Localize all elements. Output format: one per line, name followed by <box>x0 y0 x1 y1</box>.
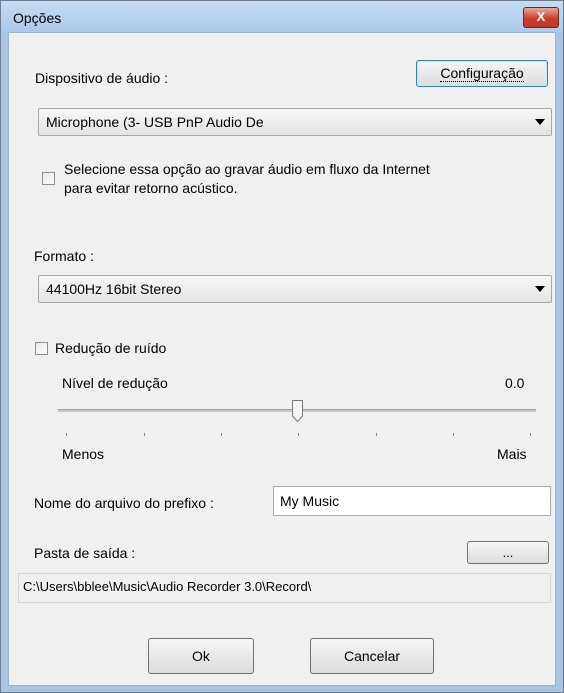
output-path-field: C:\Users\bblee\Music\Audio Recorder 3.0\… <box>18 573 551 603</box>
audio-device-value: Microphone (3- USB PnP Audio De <box>46 114 264 130</box>
noise-reduction-checkbox[interactable] <box>35 342 48 355</box>
output-path-value: C:\Users\bblee\Music\Audio Recorder 3.0\… <box>23 579 312 594</box>
slider-tick <box>530 433 531 436</box>
prefix-input[interactable] <box>273 486 551 516</box>
slider-tick <box>221 433 222 436</box>
browse-button-label: ... <box>502 545 514 560</box>
reduction-level-label: Nível de redução <box>62 375 168 391</box>
chevron-down-icon <box>535 119 545 125</box>
cancel-button[interactable]: Cancelar <box>310 638 434 674</box>
close-button[interactable]: X <box>523 7 559 28</box>
slider-max-label: Mais <box>497 446 527 462</box>
feedback-option-line2: para evitar retorno acústico. <box>64 180 238 196</box>
window-title: Opções <box>13 10 62 26</box>
configuration-button[interactable]: Configuração <box>416 60 548 87</box>
slider-tick <box>376 433 377 436</box>
prefix-label: Nome do arquivo do prefixo : <box>34 495 214 511</box>
chevron-down-icon <box>535 286 545 292</box>
output-folder-label: Pasta de saída : <box>34 545 136 561</box>
slider-tick <box>453 433 454 436</box>
format-label: Formato : <box>34 248 94 264</box>
format-value: 44100Hz 16bit Stereo <box>46 281 182 297</box>
slider-tick <box>66 433 67 436</box>
slider-tick <box>298 433 299 436</box>
title-bar: Opções X <box>1 1 563 33</box>
reduction-slider-thumb[interactable] <box>291 400 303 422</box>
slider-tick <box>144 433 145 436</box>
slider-min-label: Menos <box>62 446 105 462</box>
audio-device-select[interactable]: Microphone (3- USB PnP Audio De <box>38 108 552 136</box>
cancel-button-label: Cancelar <box>343 648 401 664</box>
reduction-level-value: 0.0 <box>505 375 525 391</box>
format-select[interactable]: 44100Hz 16bit Stereo <box>38 275 552 303</box>
ok-button-label: Ok <box>192 648 210 664</box>
feedback-checkbox[interactable] <box>42 172 55 185</box>
ok-button[interactable]: Ok <box>148 638 254 674</box>
audio-device-label: Dispositivo de áudio : <box>35 70 169 86</box>
configuration-button-label: Configuração <box>440 65 524 82</box>
browse-button[interactable]: ... <box>467 541 549 564</box>
close-icon: X <box>536 9 546 24</box>
noise-reduction-label: Redução de ruído <box>55 340 167 356</box>
feedback-option-line1: Selecione essa opção ao gravar áudio em … <box>64 161 430 177</box>
